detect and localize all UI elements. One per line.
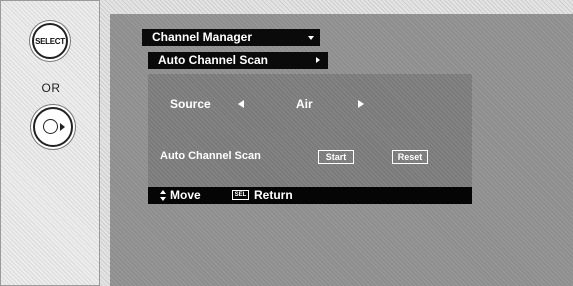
circle-icon <box>43 119 58 134</box>
arrow-right-icon[interactable] <box>358 100 364 108</box>
select-button[interactable]: SELECT <box>32 23 68 59</box>
arrow-right-icon <box>60 123 65 131</box>
sel-key-icon: SEL <box>232 190 249 200</box>
navigation-button[interactable] <box>33 107 73 147</box>
submenu-item[interactable]: Auto Channel Scan <box>148 52 328 69</box>
arrow-right-icon <box>316 57 320 63</box>
return-label: Return <box>254 188 293 202</box>
source-panel: Source Air <box>148 74 472 134</box>
up-down-arrow-icon <box>160 190 167 201</box>
source-value: Air <box>296 97 313 111</box>
scan-panel: Auto Channel Scan Start Reset <box>148 130 472 189</box>
reset-button[interactable]: Reset <box>392 150 428 164</box>
tv-screen: Channel Manager Auto Channel Scan Source… <box>110 14 573 286</box>
dropdown-arrow-icon <box>308 36 314 40</box>
or-label: OR <box>41 81 61 95</box>
submenu-label: Auto Channel Scan <box>158 53 269 67</box>
menu-title-label: Channel Manager <box>152 30 253 44</box>
start-button[interactable]: Start <box>318 150 354 164</box>
menu-title[interactable]: Channel Manager <box>142 29 320 46</box>
move-label: Move <box>170 188 201 202</box>
footer-bar: Move SEL Return <box>148 187 472 204</box>
manual-illustration: SELECT OR Channel Manager Auto Channel S… <box>0 0 573 286</box>
scan-label: Auto Channel Scan <box>160 150 261 162</box>
remote-panel: SELECT OR <box>0 0 100 286</box>
